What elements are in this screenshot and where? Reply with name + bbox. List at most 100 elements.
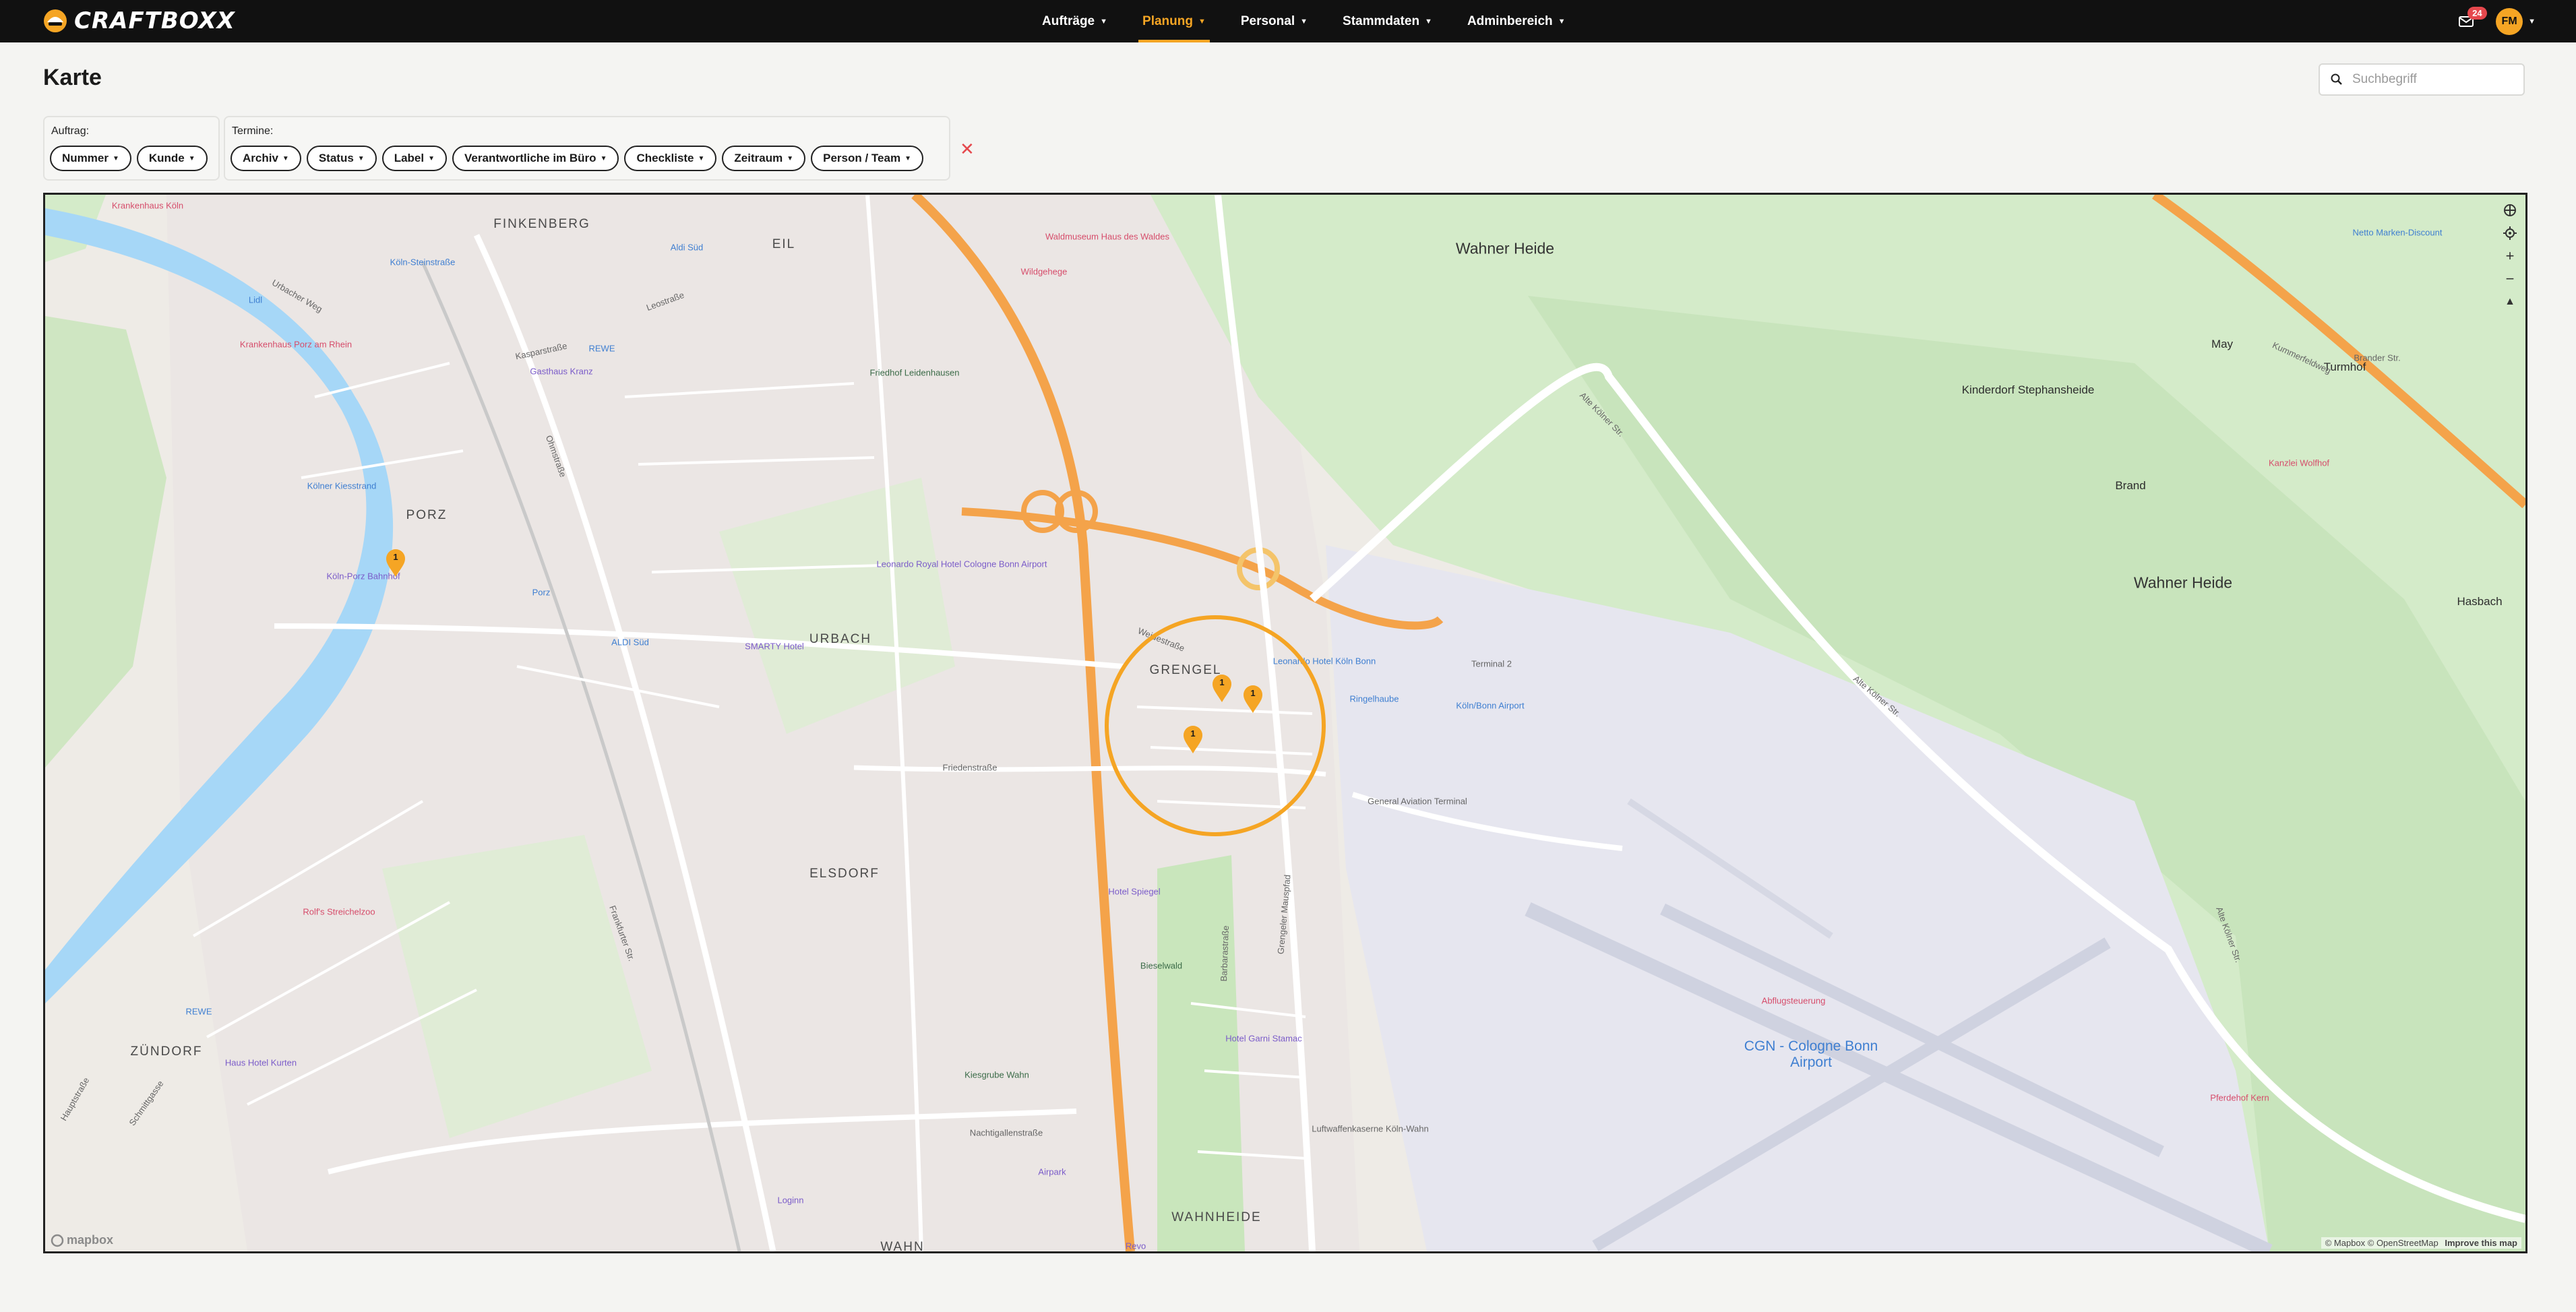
filter-archiv-dropdown[interactable]: Archiv ▼ <box>231 146 301 171</box>
map-label-general-aviation: General Aviation Terminal <box>1368 796 1467 807</box>
map-marker[interactable]: 1 <box>1243 685 1263 714</box>
map-poi-smarty-hotel: SMARTY Hotel <box>745 641 804 652</box>
filter-group-label: Auftrag: <box>51 125 90 137</box>
map-label-may: May <box>2211 338 2234 350</box>
map-label-finkenberg: FINKENBERG <box>493 217 590 231</box>
map-zoom-in-button[interactable]: + <box>2498 245 2521 268</box>
filter-group-auftrag: Auftrag: Nummer ▼ Kunde ▼ <box>43 116 220 181</box>
mapbox-logo[interactable]: mapbox <box>51 1233 113 1247</box>
map-zoom-out-button[interactable]: − <box>2498 268 2521 290</box>
map-attribution: © Mapbox © OpenStreetMap Improve this ma… <box>2321 1237 2521 1249</box>
nav-adminbereich-label: Adminbereich <box>1467 13 1553 28</box>
map-poi-koln-bonn-airport: Köln/Bonn Airport <box>1456 700 1525 711</box>
map-attribution-text: © Mapbox © OpenStreetMap <box>2325 1238 2439 1248</box>
map-poi-krankenhaus-koln: Krankenhaus Köln <box>111 200 184 211</box>
filter-person-team-dropdown[interactable]: Person / Team ▼ <box>811 146 923 171</box>
nav-auftraege[interactable]: Aufträge ▼ <box>1024 0 1125 42</box>
filter-checkliste-dropdown[interactable]: Checkliste ▼ <box>624 146 717 171</box>
map-marker-count: 1 <box>1190 728 1196 739</box>
map-poi-krankenhaus-porz: Krankenhaus Porz am Rhein <box>239 339 352 350</box>
map-marker-count: 1 <box>1250 688 1256 698</box>
top-navbar: CRAFTBOXX Aufträge ▼ Planung ▼ Personal ▼ S… <box>0 0 2576 42</box>
selection-radius-circle <box>1105 615 1326 836</box>
map-label-elsdorf: ELSDORF <box>809 867 880 881</box>
chevron-down-icon: ▼ <box>1100 17 1108 26</box>
filter-zeitraum-dropdown[interactable]: Zeitraum ▼ <box>722 146 806 171</box>
filter-nummer-dropdown[interactable]: Nummer ▼ <box>50 146 131 171</box>
chevron-down-icon: ▼ <box>787 154 794 162</box>
map-poi-rewe-top: REWE <box>588 343 615 354</box>
map-label-terminal2: Terminal 2 <box>1471 658 1512 669</box>
clear-filters-icon[interactable]: ✕ <box>960 139 975 160</box>
map-layers-button[interactable] <box>2498 199 2521 222</box>
chevron-down-icon: ▼ <box>1300 17 1308 26</box>
map-poi-koln-steinstrasse: Köln-Steinstraße <box>390 257 456 268</box>
map-poi-rewe-bottom: REWE <box>185 1006 212 1017</box>
map-poi-ringelhaube: Ringelhaube <box>1349 693 1399 704</box>
nav-personal[interactable]: Personal ▼ <box>1223 0 1325 42</box>
search-box[interactable] <box>2319 63 2525 96</box>
pill-label: Zeitraum <box>734 152 783 164</box>
filter-label-dropdown[interactable]: Label ▼ <box>381 146 448 171</box>
page-title: Karte <box>43 65 102 90</box>
brand-logo[interactable]: CRAFTBOXX <box>43 4 235 38</box>
map-poi-abflugsteuerung: Abflugsteuerung <box>1761 995 1826 1006</box>
map-poi-netto: Netto Marken-Discount <box>2352 227 2443 238</box>
map-poi-haus-hotel: Haus Hotel Kurten <box>224 1057 297 1068</box>
nav-stammdaten-label: Stammdaten <box>1343 13 1420 28</box>
map-marker[interactable]: 1 <box>386 549 406 577</box>
filter-kunde-dropdown[interactable]: Kunde ▼ <box>136 146 208 171</box>
nav-auftraege-label: Aufträge <box>1042 13 1095 28</box>
map-marker[interactable]: 1 <box>1183 726 1203 754</box>
map-poi-aldi-sud: ALDI Süd <box>611 637 649 648</box>
improve-map-link[interactable]: Improve this map <box>2445 1238 2517 1248</box>
map-poi-friedhof: Friedhof Leidenhausen <box>869 367 960 378</box>
map-label-wahner-heide-right: Wahner Heide <box>2133 573 2233 592</box>
map-street-brander-str: Brander Str. <box>2354 352 2401 363</box>
map-label-porz: PORZ <box>406 508 448 522</box>
filter-verantwortliche-dropdown[interactable]: Verantwortliche im Büro ▼ <box>452 146 619 171</box>
nav-adminbereich[interactable]: Adminbereich ▼ <box>1450 0 1583 42</box>
nav-planung[interactable]: Planung ▼ <box>1125 0 1223 42</box>
notifications-button[interactable]: 24 <box>2453 6 2487 35</box>
map-poi-loginn: Loginn <box>777 1195 804 1206</box>
map-poi-hotel-spiegel: Hotel Spiegel <box>1108 886 1161 897</box>
map-locate-button[interactable] <box>2498 222 2521 245</box>
map-poi-waldmuseum: Waldmuseum Haus des Waldes <box>1045 231 1169 242</box>
pill-label: Kunde <box>148 152 185 164</box>
brand-helmet-icon <box>44 9 67 32</box>
map-north-button[interactable]: ▲ <box>2498 290 2521 313</box>
map-poi-pferde: Pferdehof Kern <box>2210 1092 2269 1103</box>
map-poi-kolner-kiesstrand: Kölner Kiesstrand <box>307 480 377 491</box>
map-marker-count: 1 <box>1219 677 1225 687</box>
filter-status-dropdown[interactable]: Status ▼ <box>306 146 377 171</box>
north-arrow-icon: ▲ <box>2505 296 2515 307</box>
map-poi-leonardo-royal: Leonardo Royal Hotel Cologne Bonn Airpor… <box>876 559 1047 569</box>
chevron-down-icon: ▼ <box>1198 17 1206 26</box>
chevron-down-icon: ▼ <box>1425 17 1432 26</box>
locate-icon <box>2503 226 2517 240</box>
nav-stammdaten[interactable]: Stammdaten ▼ <box>1325 0 1450 42</box>
map-marker[interactable]: 1 <box>1212 675 1232 703</box>
pill-label: Verantwortliche im Büro <box>464 152 596 164</box>
user-avatar[interactable]: FM <box>2496 7 2523 35</box>
chevron-down-icon: ▼ <box>112 154 119 162</box>
chevron-down-icon: ▼ <box>904 154 911 162</box>
map-label-wahn: WAHN <box>880 1240 925 1253</box>
map-label-brand: Brand <box>2115 479 2146 492</box>
map-poi-kanzlei: Kanzlei Wolfhof <box>2268 458 2330 468</box>
search-input[interactable] <box>2351 71 2515 88</box>
pill-label: Checkliste <box>636 152 694 164</box>
map-poi-aldi-sud-top: Aldi Süd <box>670 242 704 253</box>
pill-label: Archiv <box>243 152 278 164</box>
plus-icon: + <box>2505 247 2515 264</box>
map-poi-rolfs: Rolf's Streichelzoo <box>303 906 375 917</box>
pill-label: Nummer <box>62 152 109 164</box>
chevron-down-icon: ▼ <box>428 154 435 162</box>
chevron-down-icon[interactable]: ▼ <box>2528 18 2536 26</box>
map-view[interactable]: FINKENBERG EIL PORZ URBACH GRENGEL ELSDO… <box>43 193 2527 1253</box>
chevron-down-icon: ▼ <box>600 154 607 162</box>
chevron-down-icon: ▼ <box>698 154 705 162</box>
mapbox-icon <box>51 1234 64 1247</box>
map-street-nachtigallenstrasse: Nachtigallenstraße <box>969 1127 1043 1138</box>
